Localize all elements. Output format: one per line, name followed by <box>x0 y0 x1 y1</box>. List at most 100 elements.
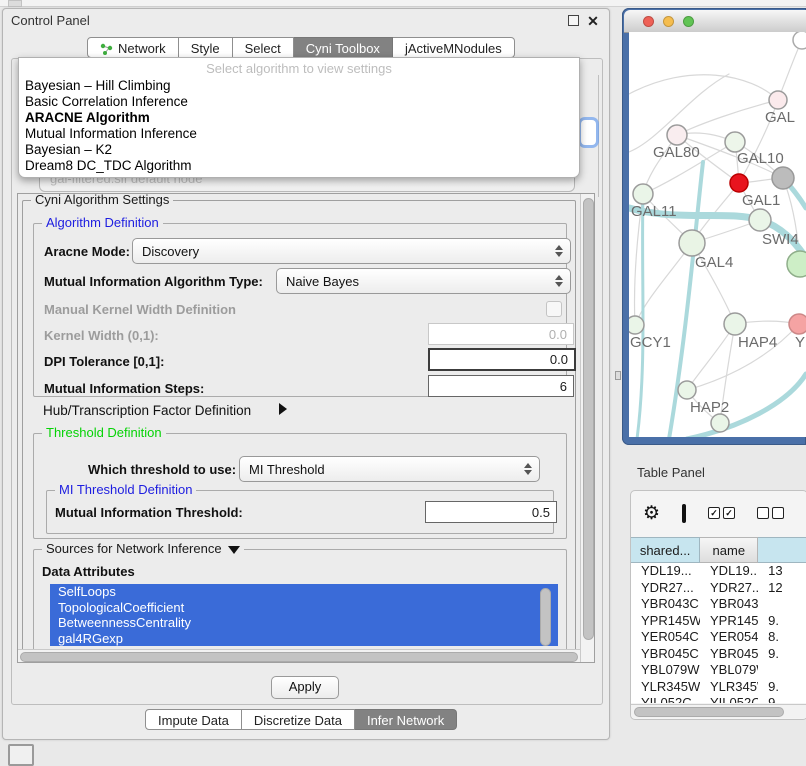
column-header-shared...[interactable]: shared... <box>631 537 700 563</box>
node-gal10[interactable] <box>725 132 745 152</box>
collapse-icon[interactable] <box>228 546 240 554</box>
table-row[interactable]: YDR27...YDR27...12 <box>631 580 806 597</box>
node-gal10-label: GAL10 <box>737 150 784 167</box>
hub-expand-icon[interactable] <box>279 403 287 415</box>
table-hscrollbar[interactable] <box>631 704 806 718</box>
dropdown-item-dream8-dc-tdc-algorithm[interactable]: Dream8 DC_TDC Algorithm <box>19 158 579 174</box>
settings-vscrollbar-thumb[interactable] <box>583 198 594 640</box>
node-hap4[interactable] <box>724 313 746 335</box>
attribute-item-selfloops[interactable]: SelfLoops <box>50 584 558 600</box>
column-header-name[interactable]: name <box>700 537 758 563</box>
node-swi4[interactable] <box>749 209 771 231</box>
dropdown-item-aracne-algorithm[interactable]: ARACNE Algorithm <box>19 110 579 126</box>
node-hap2[interactable] <box>678 381 696 399</box>
kernel-width-field[interactable]: 0.0 <box>428 323 574 345</box>
apply-button[interactable]: Apply <box>271 676 339 699</box>
table-cell: YBL079W <box>631 662 700 679</box>
gear-icon[interactable]: ⚙ <box>643 502 660 525</box>
table-row[interactable]: YBR043CYBR043C <box>631 596 806 613</box>
data-attributes-list[interactable]: SelfLoopsTopologicalCoefficientBetweenne… <box>50 584 558 650</box>
table-cell: YER054C <box>631 629 700 646</box>
tab-jactivemnodules[interactable]: jActiveMNodules <box>393 37 515 58</box>
network-edge[interactable] <box>687 324 735 390</box>
network-window-titlebar[interactable] <box>624 10 806 33</box>
node-top-partial[interactable] <box>793 32 806 49</box>
kernel-width-value: 0.0 <box>549 327 567 342</box>
splitter-grip[interactable] <box>615 371 621 380</box>
settings-hscrollbar-thumb[interactable] <box>20 652 578 662</box>
table-cell: YLR345W <box>631 679 700 696</box>
node-gal4-label: GAL4 <box>695 254 733 271</box>
table-row[interactable]: YPR145WYPR145W9. <box>631 613 806 630</box>
checked-boxes-icon[interactable]: ✓✓ <box>708 507 735 519</box>
node-gal80[interactable] <box>667 125 687 145</box>
tab-label: Cyni Toolbox <box>306 41 380 56</box>
manual-kernel-checkbox[interactable] <box>546 301 562 317</box>
aracne-mode-combo[interactable]: Discovery <box>132 238 571 264</box>
node-gray[interactable] <box>772 167 794 189</box>
node-salmon[interactable] <box>789 314 806 334</box>
settings-vscrollbar[interactable] <box>580 194 595 662</box>
table-panel-title: Table Panel <box>637 465 705 480</box>
tab-network[interactable]: Network <box>87 37 179 58</box>
mi-type-label: Mutual Information Algorithm Type: <box>44 274 263 289</box>
attribute-item-betweennesscentrality[interactable]: BetweennessCentrality <box>50 615 558 631</box>
table-row[interactable]: YBR045CYBR045C9. <box>631 646 806 663</box>
cyni-settings-scrollpane: Cyni Algorithm Settings Algorithm Defini… <box>17 193 595 663</box>
dropdown-item-basic-correlation-inference[interactable]: Basic Correlation Inference <box>19 94 579 110</box>
node-bottom-partial[interactable] <box>711 414 729 432</box>
node-gal-cut[interactable] <box>769 91 787 109</box>
node-gcy1[interactable] <box>629 316 644 334</box>
close-icon[interactable]: ✕ <box>587 15 599 27</box>
mi-steps-label: Mutual Information Steps: <box>44 381 204 396</box>
minimize-traffic-light-icon[interactable] <box>663 16 674 27</box>
tab-infer-network[interactable]: Infer Network <box>355 709 457 730</box>
table-row[interactable]: YBL079WYBL079W <box>631 662 806 679</box>
network-edge[interactable] <box>677 100 778 135</box>
node-gal11[interactable] <box>633 184 653 204</box>
network-icon <box>100 43 113 55</box>
mi-steps-field[interactable]: 6 <box>428 375 574 397</box>
table-cell: YDR27... <box>631 580 700 597</box>
minimized-window-icon[interactable] <box>8 744 34 766</box>
combo-stepper-icon <box>555 245 563 257</box>
dropdown-item-bayesian-k2[interactable]: Bayesian – K2 <box>19 142 579 158</box>
node-gal1[interactable] <box>730 174 748 192</box>
column-header-cut[interactable] <box>758 537 806 563</box>
list-scrollbar-thumb[interactable] <box>540 588 551 646</box>
dropdown-item-bayesian-hill-climbing[interactable]: Bayesian – Hill Climbing <box>19 78 579 94</box>
table-row[interactable]: YER054CYER054C8. <box>631 629 806 646</box>
attribute-item-gal4rgexp[interactable]: gal4RGexp <box>50 631 558 647</box>
table-row[interactable]: YIL052CYIL052C9 <box>631 695 806 703</box>
table-row[interactable]: YDL19...YDL19...13 <box>631 563 806 580</box>
which-threshold-combo[interactable]: MI Threshold <box>239 456 540 482</box>
tab-impute-data[interactable]: Impute Data <box>145 709 242 730</box>
mi-threshold-value: 0.5 <box>532 505 550 520</box>
close-traffic-light-icon[interactable] <box>643 16 654 27</box>
settings-hscrollbar[interactable] <box>18 649 580 663</box>
sources-group: Sources for Network Inference Data Attri… <box>33 549 567 658</box>
node-gal-cut-label: GAL <box>765 109 795 126</box>
network-edge[interactable] <box>629 75 778 100</box>
node-gal1-label: GAL1 <box>742 192 780 209</box>
zoom-traffic-light-icon[interactable] <box>683 16 694 27</box>
tab-cyni-toolbox[interactable]: Cyni Toolbox <box>294 37 393 58</box>
node-green-right[interactable] <box>787 251 806 277</box>
table-row[interactable]: YLR345WYLR345W9. <box>631 679 806 696</box>
tab-style[interactable]: Style <box>179 37 233 58</box>
unchecked-boxes-icon[interactable] <box>757 507 784 519</box>
dpi-tolerance-field[interactable]: 0.0 <box>428 348 576 371</box>
network-canvas[interactable]: GALGAL80GAL10GAL1SWI4GAL11GAL4GCY1HAP4YH… <box>629 32 806 437</box>
columns-icon[interactable] <box>682 504 686 523</box>
mi-type-combo[interactable]: Naive Bayes <box>276 268 571 294</box>
hub-definition-label[interactable]: Hub/Transcription Factor Definition <box>43 403 251 418</box>
table-hscrollbar-thumb[interactable] <box>634 707 784 717</box>
float-icon[interactable] <box>568 15 579 26</box>
dropdown-item-mutual-information-inference[interactable]: Mutual Information Inference <box>19 126 579 142</box>
tab-select[interactable]: Select <box>233 37 294 58</box>
table-cell: YER054C <box>700 629 758 646</box>
tab-discretize-data[interactable]: Discretize Data <box>242 709 355 730</box>
attribute-item-topologicalcoefficient[interactable]: TopologicalCoefficient <box>50 600 558 616</box>
mi-threshold-field[interactable]: 0.5 <box>425 501 557 523</box>
node-gal4[interactable] <box>679 230 705 256</box>
